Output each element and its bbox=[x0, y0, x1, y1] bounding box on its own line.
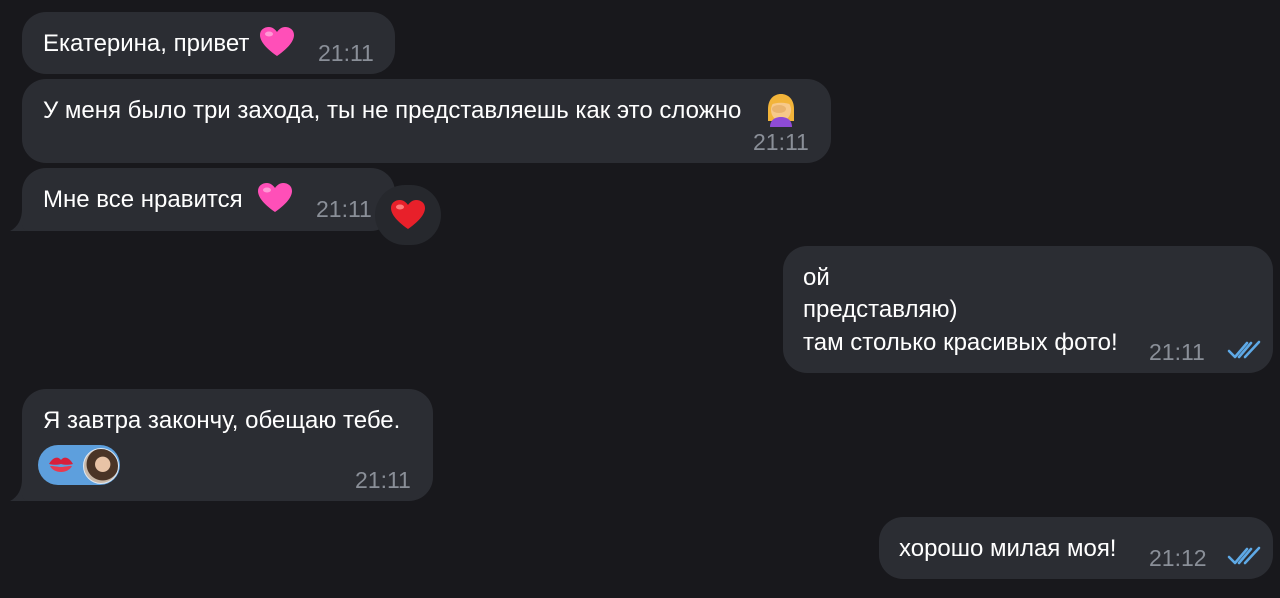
message-text: Екатерина, привет bbox=[43, 30, 250, 57]
message-line: представляю) bbox=[803, 296, 958, 323]
message-time: 21:11 bbox=[316, 196, 372, 222]
incoming-message-bubble[interactable]: У меня было три захода, ты не представля… bbox=[22, 79, 831, 163]
message-time: 21:11 bbox=[318, 40, 374, 66]
reaction-chip[interactable] bbox=[38, 445, 120, 485]
message-text: Я завтра закончу, обещаю тебе. bbox=[43, 407, 401, 434]
incoming-message-bubble[interactable]: Екатерина, привет 21:11 bbox=[22, 12, 395, 74]
message-time: 21:11 bbox=[753, 129, 809, 155]
incoming-message-bubble[interactable]: Мне все нравится 21:11 bbox=[22, 168, 395, 231]
red-heart-icon bbox=[391, 200, 425, 229]
pink-heart-emoji-icon bbox=[258, 183, 292, 218]
message-time: 21:11 bbox=[355, 467, 411, 493]
message-time: 21:11 bbox=[1149, 339, 1205, 365]
message-time: 21:12 bbox=[1149, 545, 1207, 571]
message-line: ой bbox=[803, 264, 830, 291]
reaction-button[interactable] bbox=[375, 185, 441, 245]
message-text: хорошо милая моя! bbox=[899, 535, 1117, 562]
outgoing-message-bubble[interactable]: ой представляю) там столько красивых фот… bbox=[783, 246, 1273, 373]
woman-facepalming-emoji-icon bbox=[764, 93, 798, 132]
read-ticks-icon bbox=[1227, 340, 1261, 359]
avatar bbox=[83, 448, 119, 484]
read-ticks-icon bbox=[1227, 546, 1261, 565]
pink-heart-emoji-icon bbox=[260, 27, 294, 62]
message-text: Мне все нравится bbox=[43, 186, 243, 213]
message-text: У меня было три захода, ты не представля… bbox=[43, 97, 742, 124]
outgoing-message-bubble[interactable]: хорошо милая моя! 21:12 bbox=[879, 517, 1273, 579]
message-line: там столько красивых фото! bbox=[803, 329, 1118, 356]
incoming-message-bubble[interactable]: Я завтра закончу, обещаю тебе. 21:11 bbox=[22, 389, 433, 501]
kiss-mark-icon bbox=[49, 457, 73, 472]
